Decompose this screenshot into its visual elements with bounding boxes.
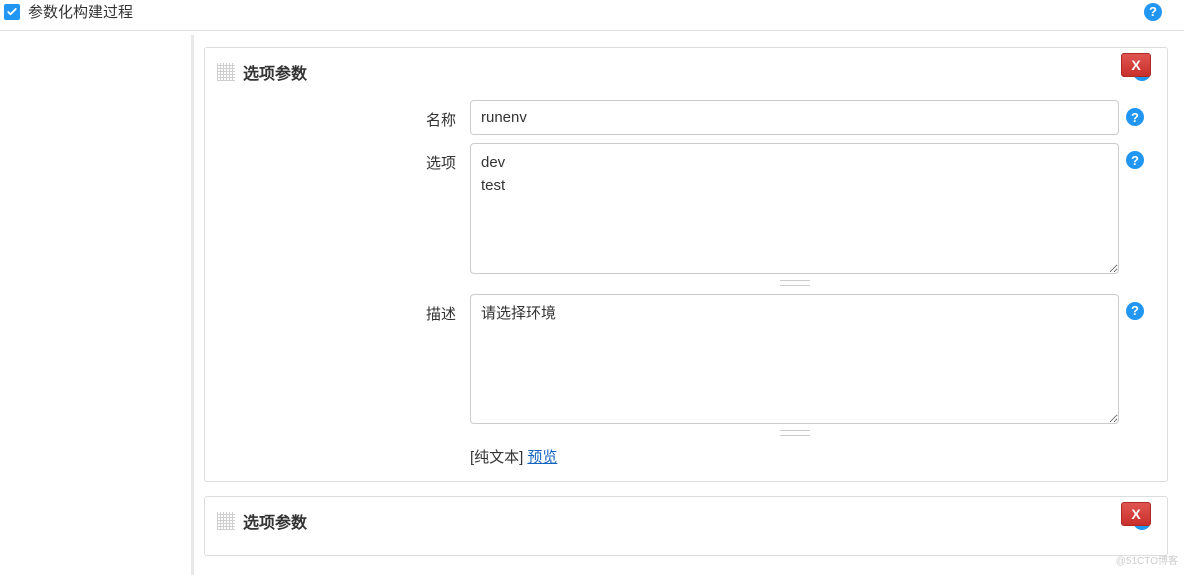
help-icon[interactable]: ? [1126, 151, 1144, 169]
block-header: 选项参数 ? [205, 497, 1167, 545]
main-panel: X 选项参数 ? 名称 ? 选项 [194, 35, 1184, 575]
block-title: 选项参数 [243, 60, 1125, 84]
help-icon[interactable]: ? [1126, 302, 1144, 320]
parametrized-build-checkbox[interactable] [4, 4, 20, 20]
choices-label: 选项 [400, 143, 470, 173]
choices-row: 选项 ? [205, 139, 1167, 290]
plain-text-label: [纯文本] [470, 446, 523, 467]
parametrized-build-header: 参数化构建过程 ? [0, 0, 1184, 31]
name-label: 名称 [400, 100, 470, 130]
drag-handle-icon[interactable] [217, 63, 235, 81]
parametrized-build-label: 参数化构建过程 [28, 1, 1144, 22]
resize-handle-icon[interactable] [470, 430, 1119, 436]
delete-parameter-button[interactable]: X [1121, 53, 1151, 77]
description-row: 描述 ? [205, 290, 1167, 441]
resize-handle-icon[interactable] [470, 280, 1119, 286]
block-header: 选项参数 ? [205, 48, 1167, 96]
check-icon [6, 6, 18, 18]
description-textarea[interactable] [470, 294, 1119, 425]
help-icon[interactable]: ? [1126, 108, 1144, 126]
preview-link[interactable]: 预览 [527, 446, 557, 467]
delete-parameter-button[interactable]: X [1121, 502, 1151, 526]
block-title: 选项参数 [243, 509, 1125, 533]
description-label: 描述 [400, 294, 470, 324]
watermark: @51CTO博客 [1116, 552, 1178, 567]
content-area: X 选项参数 ? 名称 ? 选项 [0, 31, 1184, 575]
name-row: 名称 ? [205, 96, 1167, 139]
choice-parameter-block: X 选项参数 ? 名称 ? 选项 [204, 47, 1168, 482]
sidebar-spacer [0, 35, 194, 575]
help-icon[interactable]: ? [1144, 3, 1162, 21]
name-input[interactable] [470, 100, 1119, 135]
choices-textarea[interactable] [470, 143, 1119, 274]
choice-parameter-block: X 选项参数 ? [204, 496, 1168, 556]
drag-handle-icon[interactable] [217, 512, 235, 530]
description-hint-row: [纯文本] 预览 [205, 440, 1167, 471]
